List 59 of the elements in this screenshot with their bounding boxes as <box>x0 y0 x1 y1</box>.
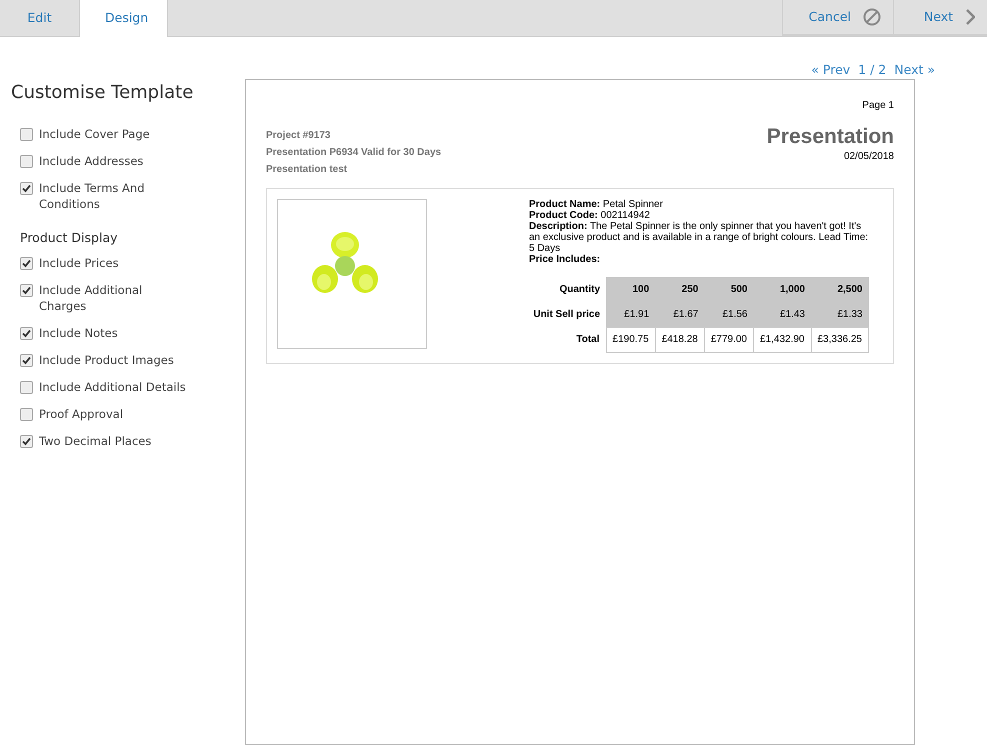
page-position: 1 / 2 <box>858 61 886 79</box>
option-label: Include Additional Details <box>39 378 186 395</box>
project-info: Presentation test <box>266 163 348 177</box>
row-header: Quantity <box>529 277 606 302</box>
row-header: Total <box>529 327 606 352</box>
checkbox[interactable] <box>20 354 33 367</box>
project-info: Presentation P6934 Valid for 30 Days <box>266 146 442 160</box>
panel-title: Customise Template <box>11 81 194 105</box>
product-detail: Description: The Petal Spinner is the only spinner that you haven't got! It's an exclusive product and is available in a range of bright colours. Lead Time: 5 Days <box>529 221 869 254</box>
table-cell: 500 <box>704 277 754 302</box>
checkbox[interactable] <box>20 326 33 340</box>
option-label: Include Cover Page <box>39 126 150 142</box>
chevron-right-icon <box>965 9 975 25</box>
table-cell: £3,336.25 <box>811 327 868 352</box>
product-detail: Product Name: Petal Spinner <box>529 199 664 210</box>
option-label: Include Prices <box>39 254 119 271</box>
table-cell: £1.67 <box>655 302 704 327</box>
document-date: 02/05/2018 <box>844 150 894 164</box>
option-label: Include Notes <box>39 324 118 341</box>
table-cell: £1.43 <box>754 302 811 327</box>
cancel-icon <box>863 8 881 26</box>
prev-link[interactable]: « Prev <box>811 61 850 79</box>
checkbox[interactable] <box>20 256 33 270</box>
table-cell: 100 <box>606 277 656 302</box>
next-button[interactable]: Next <box>893 0 987 37</box>
table-cell: £779.00 <box>704 327 754 352</box>
checkbox[interactable] <box>20 408 33 421</box>
document-title: Presentation <box>766 125 894 149</box>
product-detail: Price Includes: <box>529 254 602 265</box>
option-label: Include Product Images <box>39 352 174 368</box>
table-cell: £190.75 <box>606 327 656 352</box>
table-cell: £1.56 <box>704 302 754 327</box>
option-label: Include Additional Charges <box>39 282 144 314</box>
option-label: Include Terms And Conditions <box>39 180 146 212</box>
checkbox[interactable] <box>20 155 33 168</box>
checkbox[interactable] <box>20 128 33 141</box>
table-cell: 2,500 <box>811 277 868 302</box>
table-cell: £1.33 <box>811 302 868 327</box>
table-cell: 1,000 <box>754 277 811 302</box>
checkbox[interactable] <box>20 284 33 297</box>
checkbox[interactable] <box>20 434 33 448</box>
cancel-button[interactable]: Cancel <box>782 0 893 37</box>
tab[interactable]: Edit <box>0 0 79 37</box>
checkbox[interactable] <box>20 380 33 394</box>
option-label: Include Addresses <box>39 153 144 169</box>
tab[interactable]: Design <box>79 0 168 37</box>
table-cell: 250 <box>655 277 704 302</box>
option-label: Two Decimal Places <box>39 432 152 449</box>
option-label: Proof Approval <box>39 406 124 422</box>
table-cell: £1,432.90 <box>754 327 811 352</box>
table-cell: £1.91 <box>606 302 656 327</box>
row-header: Unit Sell price <box>529 302 606 327</box>
section-heading: Product Display <box>20 229 119 247</box>
product-detail: Product Code: 002114942 <box>529 210 651 221</box>
next-link[interactable]: Next » <box>894 61 935 79</box>
page-number: Page 1 <box>862 99 894 113</box>
checkbox[interactable] <box>20 182 33 195</box>
project-info: Project #9173 <box>266 129 332 143</box>
table-cell: £418.28 <box>655 327 704 352</box>
